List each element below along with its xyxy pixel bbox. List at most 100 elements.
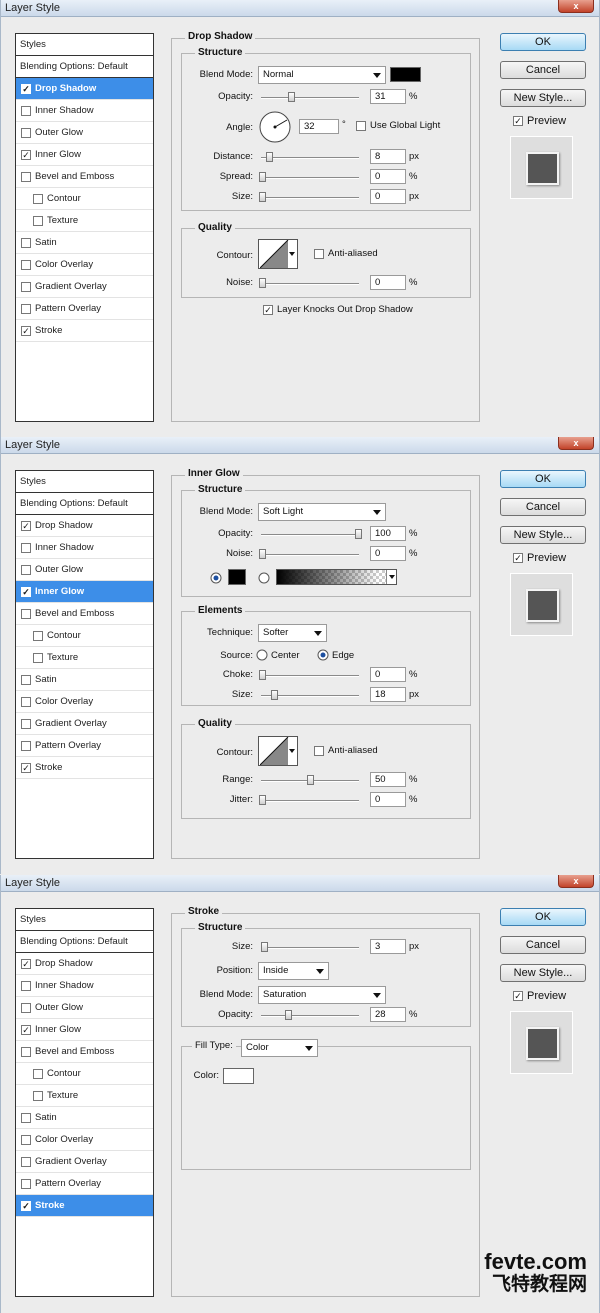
style-item-texture[interactable]: Texture bbox=[16, 1085, 153, 1107]
slider-thumb[interactable] bbox=[259, 549, 266, 559]
distance-input[interactable]: 8 bbox=[370, 149, 406, 164]
title-bar[interactable]: Layer Style x bbox=[1, 0, 599, 17]
new-style-button[interactable]: New Style... bbox=[500, 964, 586, 982]
noise-input[interactable]: 0 bbox=[370, 546, 406, 561]
size-input[interactable]: 3 bbox=[370, 939, 406, 954]
style-item-contour[interactable]: Contour bbox=[16, 1063, 153, 1085]
fill-type-select[interactable]: Color bbox=[241, 1039, 318, 1057]
checkbox-icon[interactable] bbox=[314, 745, 324, 756]
checkbox-icon[interactable]: ✓ bbox=[21, 520, 31, 531]
style-item-bevel-emboss[interactable]: Bevel and Emboss bbox=[16, 1041, 153, 1063]
noise-input[interactable]: 0 bbox=[370, 275, 406, 290]
radio-icon[interactable] bbox=[256, 649, 268, 661]
anti-aliased-option[interactable]: Anti-aliased bbox=[314, 248, 378, 259]
checkbox-icon[interactable] bbox=[21, 674, 31, 685]
style-item-texture[interactable]: Texture bbox=[16, 210, 153, 232]
style-item-pattern-overlay[interactable]: Pattern Overlay bbox=[16, 735, 153, 757]
checkbox-icon[interactable] bbox=[33, 652, 43, 663]
slider-thumb[interactable] bbox=[288, 92, 295, 102]
checkbox-icon[interactable] bbox=[21, 740, 31, 751]
style-item-gradient-overlay[interactable]: Gradient Overlay bbox=[16, 713, 153, 735]
checkbox-icon[interactable] bbox=[21, 1112, 31, 1123]
preview-option[interactable]: ✓ Preview bbox=[513, 990, 566, 1002]
checkbox-icon[interactable]: ✓ bbox=[21, 1024, 31, 1035]
jitter-slider[interactable] bbox=[259, 795, 359, 805]
opacity-input[interactable]: 100 bbox=[370, 526, 406, 541]
gradient-dropdown[interactable] bbox=[386, 570, 396, 584]
style-item-color-overlay[interactable]: Color Overlay bbox=[16, 254, 153, 276]
style-item-inner-shadow[interactable]: Inner Shadow bbox=[16, 537, 153, 559]
checkbox-icon[interactable]: ✓ bbox=[21, 325, 31, 336]
checkbox-icon[interactable] bbox=[21, 171, 31, 182]
checkbox-icon[interactable]: ✓ bbox=[21, 1200, 31, 1211]
blending-options-item[interactable]: Blending Options: Default bbox=[16, 56, 153, 78]
style-item-drop-shadow[interactable]: ✓ Drop Shadow bbox=[16, 78, 153, 100]
range-input[interactable]: 50 bbox=[370, 772, 406, 787]
checkbox-icon[interactable] bbox=[33, 1068, 43, 1079]
checkbox-icon[interactable] bbox=[21, 1002, 31, 1013]
contour-picker[interactable] bbox=[258, 239, 298, 269]
technique-select[interactable]: Softer bbox=[258, 624, 327, 642]
slider-thumb[interactable] bbox=[266, 152, 273, 162]
style-item-pattern-overlay[interactable]: Pattern Overlay bbox=[16, 298, 153, 320]
style-item-drop-shadow[interactable]: ✓ Drop Shadow bbox=[16, 515, 153, 537]
blending-options-item[interactable]: Blending Options: Default bbox=[16, 493, 153, 515]
checkbox-icon[interactable]: ✓ bbox=[513, 116, 523, 126]
anti-aliased-option[interactable]: Anti-aliased bbox=[314, 745, 378, 756]
checkbox-icon[interactable] bbox=[21, 608, 31, 619]
opacity-slider[interactable] bbox=[261, 1010, 359, 1020]
style-item-texture[interactable]: Texture bbox=[16, 647, 153, 669]
style-item-inner-glow[interactable]: ✓ Inner Glow bbox=[16, 581, 153, 603]
source-edge-option[interactable]: Edge bbox=[317, 649, 354, 661]
checkbox-icon[interactable]: ✓ bbox=[513, 991, 523, 1001]
checkbox-icon[interactable]: ✓ bbox=[21, 762, 31, 773]
style-item-drop-shadow[interactable]: ✓ Drop Shadow bbox=[16, 953, 153, 975]
cancel-button[interactable]: Cancel bbox=[500, 61, 586, 79]
preview-option[interactable]: ✓ Preview bbox=[513, 552, 566, 564]
range-slider[interactable] bbox=[261, 775, 359, 785]
ok-button[interactable]: OK bbox=[500, 470, 586, 488]
spread-slider[interactable] bbox=[259, 172, 359, 182]
style-item-color-overlay[interactable]: Color Overlay bbox=[16, 1129, 153, 1151]
cancel-button[interactable]: Cancel bbox=[500, 936, 586, 954]
opacity-slider[interactable] bbox=[261, 92, 359, 102]
new-style-button[interactable]: New Style... bbox=[500, 526, 586, 544]
position-select[interactable]: Inside bbox=[258, 962, 329, 980]
opacity-slider[interactable] bbox=[261, 529, 362, 539]
angle-dial-icon[interactable] bbox=[258, 111, 294, 144]
close-button[interactable]: x bbox=[558, 0, 594, 13]
slider-thumb[interactable] bbox=[271, 690, 278, 700]
choke-slider[interactable] bbox=[259, 670, 359, 680]
style-item-color-overlay[interactable]: Color Overlay bbox=[16, 691, 153, 713]
noise-slider[interactable] bbox=[259, 549, 359, 559]
style-item-bevel-emboss[interactable]: Bevel and Emboss bbox=[16, 166, 153, 188]
jitter-input[interactable]: 0 bbox=[370, 792, 406, 807]
ok-button[interactable]: OK bbox=[500, 33, 586, 51]
checkbox-icon[interactable] bbox=[21, 980, 31, 991]
size-slider[interactable] bbox=[261, 942, 359, 952]
checkbox-icon[interactable] bbox=[21, 259, 31, 270]
styles-header[interactable]: Styles bbox=[16, 34, 153, 56]
source-center-option[interactable]: Center bbox=[256, 649, 300, 661]
slider-thumb[interactable] bbox=[307, 775, 314, 785]
stroke-color-swatch[interactable] bbox=[223, 1068, 254, 1084]
style-item-stroke[interactable]: ✓ Stroke bbox=[16, 757, 153, 779]
style-item-contour[interactable]: Contour bbox=[16, 625, 153, 647]
checkbox-icon[interactable] bbox=[33, 1090, 43, 1101]
opacity-input[interactable]: 31 bbox=[370, 89, 406, 104]
style-item-contour[interactable]: Contour bbox=[16, 188, 153, 210]
opacity-input[interactable]: 28 bbox=[370, 1007, 406, 1022]
close-button[interactable]: x bbox=[558, 875, 594, 888]
new-style-button[interactable]: New Style... bbox=[500, 89, 586, 107]
checkbox-icon[interactable] bbox=[21, 1134, 31, 1145]
size-input[interactable]: 0 bbox=[370, 189, 406, 204]
checkbox-icon[interactable]: ✓ bbox=[263, 304, 273, 315]
style-item-inner-glow[interactable]: ✓ Inner Glow bbox=[16, 1019, 153, 1041]
glow-color-swatch[interactable] bbox=[228, 569, 246, 585]
radio-selected-icon[interactable] bbox=[210, 572, 222, 584]
contour-picker[interactable] bbox=[258, 736, 298, 766]
gradient-picker[interactable] bbox=[276, 569, 397, 585]
choke-input[interactable]: 0 bbox=[370, 667, 406, 682]
blending-options-item[interactable]: Blending Options: Default bbox=[16, 931, 153, 953]
checkbox-icon[interactable]: ✓ bbox=[21, 83, 31, 94]
